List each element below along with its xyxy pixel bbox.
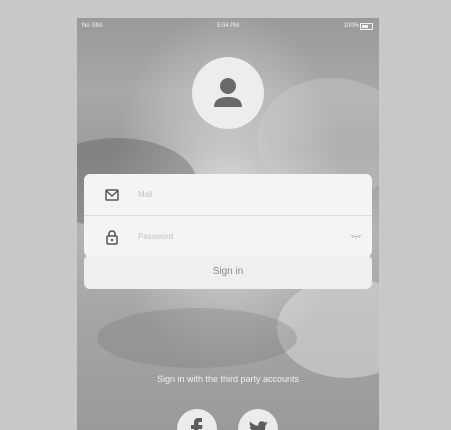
battery-icon [360,23,373,30]
user-icon [214,78,242,107]
password-row [84,216,372,257]
twitter-icon [249,421,268,430]
battery-percent: 100% [343,23,359,29]
background-blur [97,308,297,368]
twitter-button[interactable] [238,409,278,430]
avatar[interactable] [192,57,264,129]
status-bar: No SIM 5:04 PM 100% [77,18,379,36]
phone-screen: No SIM 5:04 PM 100% Mail Sign in Sign in… [77,18,379,430]
facebook-icon [191,418,203,430]
third-party-label: Sign in with the third party accounts [156,374,300,384]
mail-input[interactable] [138,184,338,204]
password-input[interactable] [138,226,338,246]
login-card [84,174,372,257]
clock: 5:04 PM [216,23,240,29]
lock-icon [106,230,118,245]
facebook-button[interactable] [177,409,217,430]
signin-button[interactable]: Sign in [84,255,372,289]
eye-closed-icon[interactable] [350,232,362,240]
mail-icon [105,189,119,201]
mail-row [84,174,372,215]
